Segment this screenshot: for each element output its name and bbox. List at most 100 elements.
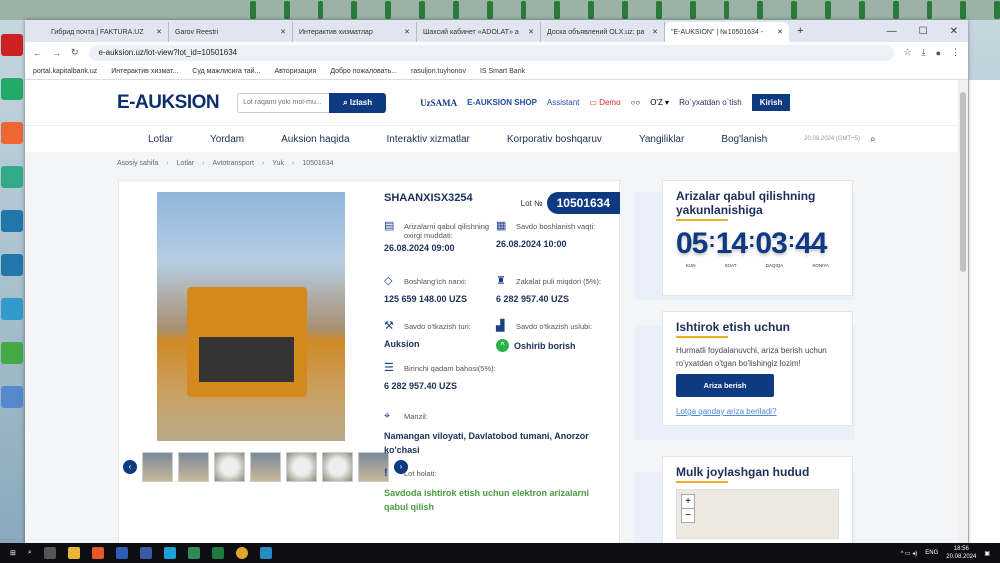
breadcrumb-item[interactable]: Lotlar — [177, 160, 195, 167]
apply-button[interactable]: Ariza berish — [676, 374, 774, 397]
close-icon[interactable]: ✕ — [156, 28, 162, 36]
search-input[interactable] — [237, 92, 330, 113]
search-icon[interactable]: ⌕ — [28, 549, 32, 557]
firefox-icon[interactable] — [91, 547, 104, 559]
lot-number: 10501634 — [546, 192, 620, 214]
maximize-icon[interactable]: ☐ — [919, 26, 928, 37]
demo-link[interactable]: ▭ Demo — [589, 98, 620, 107]
close-icon[interactable]: ✕ — [404, 28, 410, 36]
nav-yordam[interactable]: Yordam — [210, 134, 244, 145]
nav-korporativ[interactable]: Korporativ boshqaruv — [507, 134, 602, 145]
thumbnail-strip: ‹ › — [123, 452, 408, 482]
windows-start-icon[interactable]: ⊞ — [10, 549, 16, 557]
thumbnail[interactable] — [250, 452, 281, 482]
skype-icon[interactable] — [163, 547, 176, 559]
thumbnail[interactable] — [178, 452, 209, 482]
menu-icon[interactable]: ⋮ — [951, 47, 960, 58]
register-link[interactable]: Ro`yxatdan o`tish — [679, 98, 742, 107]
minimize-icon[interactable]: — — [887, 26, 897, 37]
bookmark[interactable]: Добро пожаловать... — [330, 68, 397, 75]
forward-icon[interactable]: → — [52, 48, 61, 58]
close-icon[interactable]: ✕ — [777, 28, 783, 36]
breadcrumb-item[interactable]: Avtotransport — [212, 160, 254, 167]
clock[interactable]: 18:56 20.08.2024 — [946, 545, 976, 561]
label-days: KUN — [686, 263, 696, 268]
shop-link[interactable]: E-AUKSION SHOP — [467, 98, 537, 107]
excel-icon[interactable] — [211, 547, 224, 559]
nav-lotlar[interactable]: Lotlar — [148, 134, 173, 145]
zoom-in-button[interactable]: + — [682, 495, 694, 508]
download-icon[interactable]: ⤓ — [922, 47, 926, 58]
language-indicator[interactable]: ENG — [925, 550, 938, 556]
close-icon[interactable]: ✕ — [652, 28, 658, 36]
seconds: 44 — [795, 227, 827, 260]
desktop-icons-left[interactable] — [0, 20, 25, 430]
search-icon[interactable]: ⌕ — [870, 134, 876, 145]
nav-auksion-haqida[interactable]: Auksion haqida — [281, 134, 349, 145]
accessibility-glasses-icon[interactable]: ○○ — [631, 98, 641, 107]
tab[interactable]: Гибрид почта | FAKTURA.UZ ✕ — [45, 22, 169, 42]
explorer-icon[interactable] — [67, 547, 80, 559]
back-icon[interactable]: ← — [33, 48, 42, 58]
date: 20.08.2024 — [946, 554, 977, 560]
bookmark[interactable]: Интерактив хизмат... — [111, 68, 178, 75]
star-icon[interactable]: ☆ — [904, 47, 912, 58]
thumbnail[interactable] — [322, 452, 353, 482]
word-icon[interactable] — [115, 547, 128, 559]
bookmark[interactable]: IS Smart Bank — [480, 68, 525, 75]
thumbnail[interactable] — [214, 452, 245, 482]
lot-card: ‹ › SHAANXISX3254 Lot № 10501634 ▤ Arizala… — [118, 180, 620, 543]
tab[interactable]: Доска объявлений OLX.uz: ра ✕ — [541, 22, 665, 42]
close-icon[interactable]: ✕ — [280, 28, 286, 36]
language-select[interactable]: O'Z ▾ — [650, 98, 669, 107]
bookmark[interactable]: rasuljon.tuyhonov — [411, 68, 466, 75]
bookmark[interactable]: Суд мажлисига тай... — [192, 68, 260, 75]
tray-icons[interactable]: ^ ▭ ◂) — [900, 550, 917, 557]
site-logo[interactable]: E-AUKSION — [117, 92, 220, 114]
reload-icon[interactable]: ↻ — [71, 47, 79, 58]
nav-interaktiv[interactable]: Interaktiv xizmatlar — [387, 134, 470, 145]
bookmark[interactable]: portal.kapitalbank.uz — [33, 68, 97, 75]
page-scrollbar[interactable] — [958, 80, 968, 543]
how-to-apply-link[interactable]: Lotga qanday ariza beriladi? — [676, 407, 839, 416]
arrow-up-icon: ^ — [496, 339, 509, 352]
thumbnail[interactable] — [142, 452, 173, 482]
location-map[interactable]: + − — [676, 489, 839, 539]
bookmark[interactable]: Авторизация — [274, 68, 316, 75]
tab[interactable]: Шахсий кабинет «ADOLAT» а ✕ — [417, 22, 541, 42]
login-button[interactable]: Kirish — [751, 94, 791, 111]
uzsama-link[interactable]: UzSAMA — [420, 98, 457, 108]
breadcrumb-item[interactable]: Yuk — [272, 160, 284, 167]
prev-arrow-icon[interactable]: ‹ — [123, 460, 137, 474]
chrome-icon[interactable] — [235, 547, 248, 559]
breadcrumb-item[interactable]: Asosiy sahifa — [117, 160, 158, 167]
url-input[interactable]: e-auksion.uz/lot-view?lot_id=10501634 — [88, 44, 894, 61]
zoom-out-button[interactable]: − — [682, 508, 694, 522]
location-pin-icon: ⌖ — [384, 410, 391, 422]
hours: 14 — [715, 227, 748, 260]
app-icon[interactable] — [187, 547, 200, 559]
tab[interactable]: Garov Reestri ✕ — [169, 22, 293, 42]
close-window-icon[interactable]: ✕ — [950, 26, 958, 37]
notifications-icon[interactable]: ▣ — [984, 550, 990, 557]
tab[interactable]: Интерактив хизматлар ✕ — [293, 22, 417, 42]
task-view-icon[interactable] — [43, 547, 56, 559]
close-icon[interactable]: ✕ — [528, 28, 534, 36]
new-tab-icon[interactable]: + — [789, 25, 811, 42]
profile-icon[interactable]: ● — [936, 48, 941, 58]
assistant-link[interactable]: Assistant — [547, 98, 579, 107]
thumbnail[interactable] — [286, 452, 317, 482]
nav-boglanish[interactable]: Bog'lanish — [721, 134, 767, 145]
search-button[interactable]: ⌕ Izlash — [329, 92, 387, 113]
status-value: Savdoda ishtirok etish uchun elektron ar… — [384, 488, 590, 512]
calendar-icon: ▦ — [496, 220, 507, 232]
address-value: Namangan viloyati, Davlatobod tumani, An… — [384, 431, 589, 455]
tab-active[interactable]: "E-AUKSION" | №10501634 - ✕ — [665, 22, 789, 42]
lot-main-photo[interactable] — [157, 192, 345, 441]
start-value: 26.08.2024 10:00 — [496, 239, 567, 249]
save-app-icon[interactable] — [139, 547, 152, 559]
style-value: Oshirib borish — [514, 340, 576, 351]
nav-yangiliklar[interactable]: Yangiliklar — [639, 134, 684, 145]
label-seconds: SONIYA — [812, 263, 829, 268]
app-icon[interactable] — [259, 547, 272, 559]
